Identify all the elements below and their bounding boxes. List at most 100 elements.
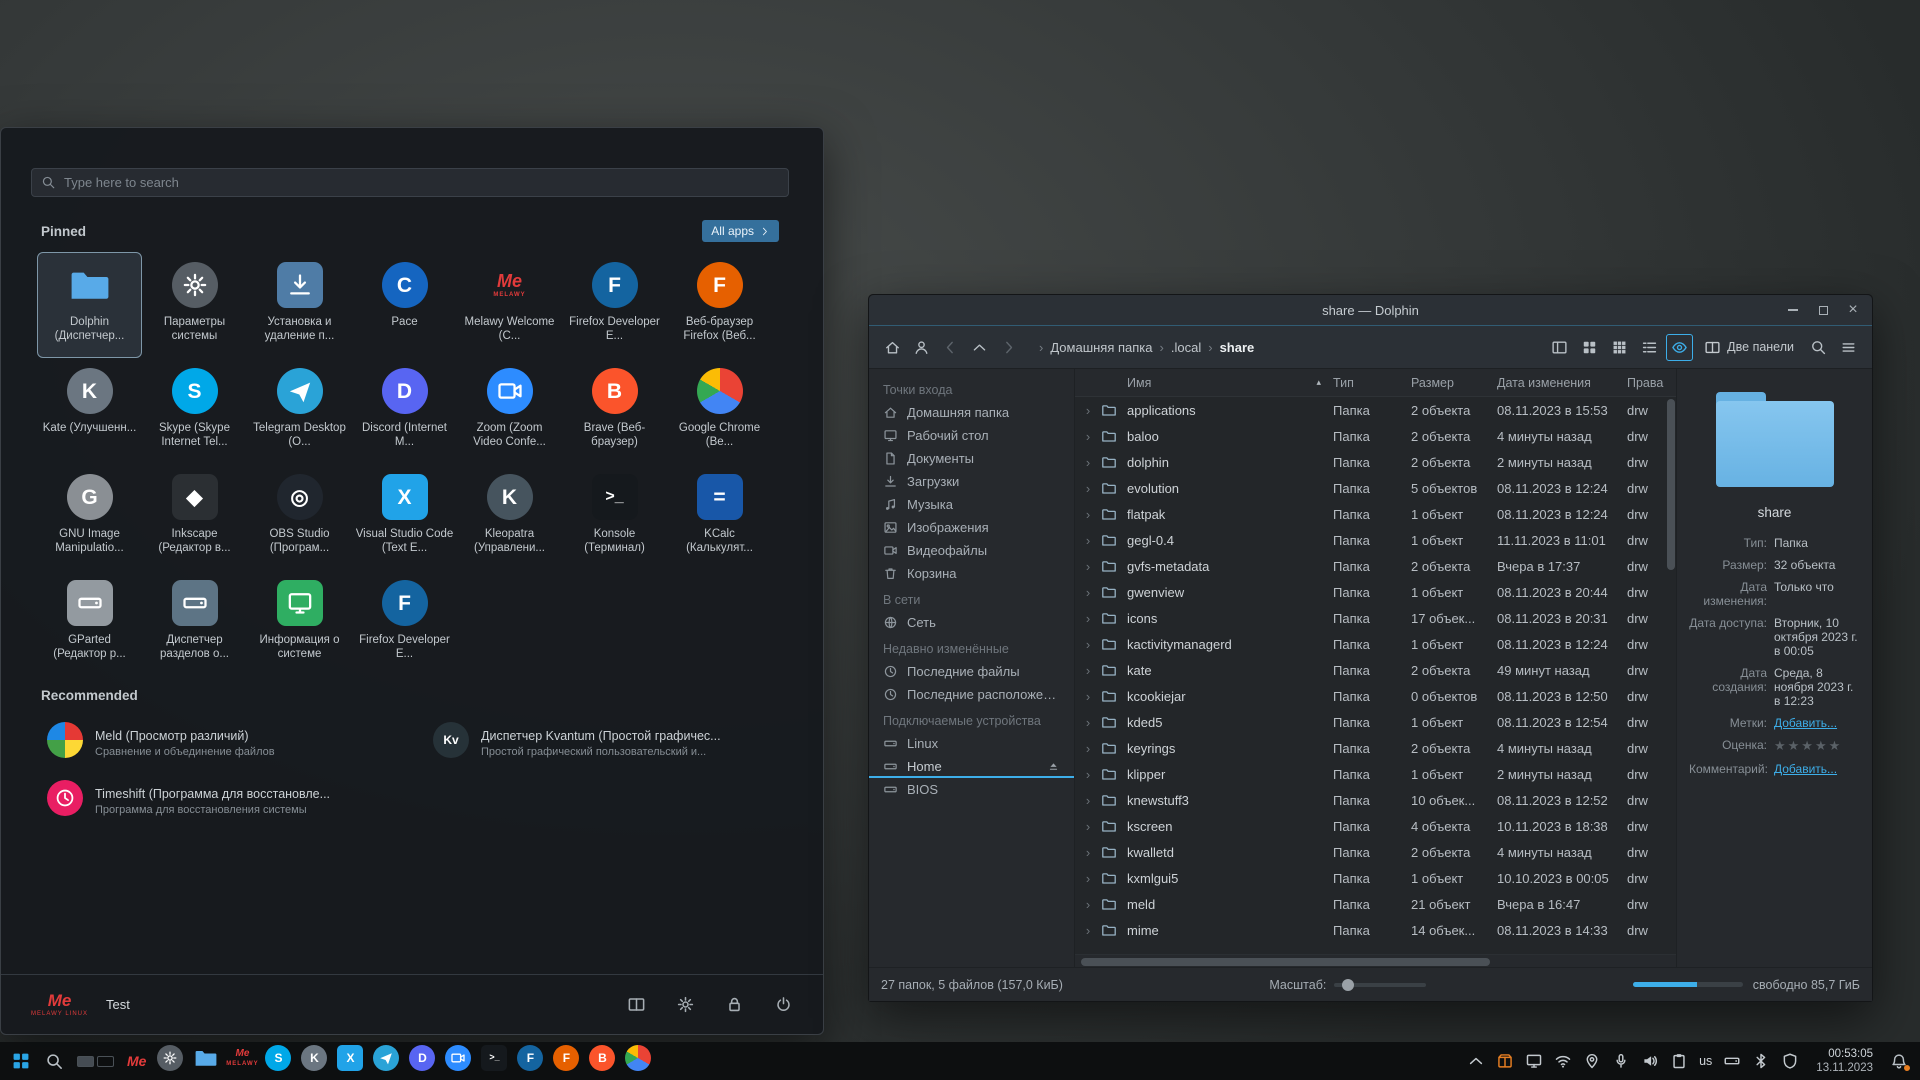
file-row[interactable]: ›kded5Папка1 объект08.11.2023 в 12:54drw <box>1075 709 1676 735</box>
file-row[interactable]: ›iconsПапка17 объек...08.11.2023 в 20:31… <box>1075 605 1676 631</box>
software-updates-tray-icon[interactable] <box>1496 1052 1514 1070</box>
lock-icon[interactable] <box>725 995 744 1014</box>
windows-icon[interactable] <box>627 995 646 1014</box>
taskbar-app-discord[interactable]: D <box>408 1047 436 1075</box>
details-view-button[interactable] <box>1636 334 1663 361</box>
window-titlebar[interactable]: share — Dolphin × <box>869 295 1872 325</box>
expand-chevron-icon[interactable]: › <box>1075 845 1101 860</box>
expand-chevron-icon[interactable]: › <box>1075 871 1101 886</box>
melawy-menu-button[interactable]: Me <box>127 1053 146 1069</box>
add-comment-link[interactable]: Добавить... <box>1774 762 1860 776</box>
pinned-app[interactable]: Zoom (Zoom Video Confe... <box>457 358 562 464</box>
recommended-app[interactable]: Timeshift (Программа для восстановле...П… <box>37 772 407 830</box>
tray-expander-tray-icon[interactable] <box>1467 1052 1485 1070</box>
expand-chevron-icon[interactable]: › <box>1075 559 1101 574</box>
column-header-name[interactable]: Имя▴ <box>1127 376 1333 390</box>
display-tray-icon[interactable] <box>1525 1052 1543 1070</box>
file-row[interactable]: ›keyringsПапка2 объекта4 минуты назадdrw <box>1075 735 1676 761</box>
pinned-app[interactable]: Параметры системы <box>142 252 247 358</box>
pinned-app[interactable]: KKleopatra (Управлени... <box>457 464 562 570</box>
file-row[interactable]: ›applicationsПапка2 объекта08.11.2023 в … <box>1075 397 1676 423</box>
app-launcher-button[interactable] <box>8 1048 34 1074</box>
column-header-type[interactable]: Тип <box>1333 376 1411 390</box>
place-item[interactable]: Home <box>869 755 1074 778</box>
column-header-size[interactable]: Размер <box>1411 376 1497 390</box>
bluetooth-tray-icon[interactable] <box>1752 1052 1770 1070</box>
expand-chevron-icon[interactable]: › <box>1075 923 1101 938</box>
column-header-perms[interactable]: Права <box>1627 376 1676 390</box>
file-row[interactable]: ›balooПапка2 объекта4 минуты назадdrw <box>1075 423 1676 449</box>
expand-chevron-icon[interactable]: › <box>1075 507 1101 522</box>
removable-devices-tray-icon[interactable] <box>1723 1052 1741 1070</box>
virtual-desktop-pager[interactable] <box>77 1056 114 1067</box>
notifications-button[interactable] <box>1886 1048 1912 1074</box>
pinned-app[interactable]: FFirefox Developer E... <box>562 252 667 358</box>
pinned-app[interactable]: FFirefox Developer E... <box>352 570 457 676</box>
pinned-app[interactable]: CPace <box>352 252 457 358</box>
place-item[interactable]: Linux <box>869 732 1074 755</box>
taskbar-app-kate[interactable]: K <box>300 1047 328 1075</box>
column-header-date[interactable]: Дата изменения <box>1497 376 1627 390</box>
pinned-app[interactable]: DDiscord (Internet M... <box>352 358 457 464</box>
place-item[interactable]: Документы <box>869 447 1074 470</box>
eject-icon[interactable] <box>1047 760 1060 773</box>
breadcrumb-item[interactable]: .local <box>1171 340 1201 355</box>
places-button[interactable] <box>908 334 935 361</box>
expand-chevron-icon[interactable]: › <box>1075 715 1101 730</box>
pinned-app[interactable]: XVisual Studio Code (Text E... <box>352 464 457 570</box>
pinned-app[interactable]: FВеб-браузер Firefox (Веб... <box>667 252 772 358</box>
pinned-app[interactable]: KKate (Улучшенн... <box>37 358 142 464</box>
minimize-button[interactable] <box>1786 303 1800 317</box>
expand-chevron-icon[interactable]: › <box>1075 689 1101 704</box>
pinned-app[interactable]: ◆Inkscape (Редактор в... <box>142 464 247 570</box>
find-button[interactable] <box>1805 334 1832 361</box>
place-item[interactable]: Последние файлы <box>869 660 1074 683</box>
pinned-app[interactable]: Установка и удаление п... <box>247 252 352 358</box>
file-row[interactable]: ›dolphinПапка2 объекта2 минуты назадdrw <box>1075 449 1676 475</box>
expand-chevron-icon[interactable]: › <box>1075 403 1101 418</box>
expand-chevron-icon[interactable]: › <box>1075 793 1101 808</box>
expand-chevron-icon[interactable]: › <box>1075 429 1101 444</box>
file-row[interactable]: ›meldПапка21 объектВчера в 16:47drw <box>1075 891 1676 917</box>
place-item[interactable]: Домашняя папка <box>869 401 1074 424</box>
compact-view-button[interactable] <box>1606 334 1633 361</box>
taskbar-app-dolphin[interactable] <box>192 1047 220 1075</box>
taskbar-app-system-settings[interactable] <box>156 1047 184 1075</box>
taskbar-app-zoom[interactable] <box>444 1047 472 1075</box>
taskbar-app-skype[interactable]: S <box>264 1047 292 1075</box>
expand-chevron-icon[interactable]: › <box>1075 533 1101 548</box>
gear-icon[interactable] <box>676 995 695 1014</box>
place-item[interactable]: Рабочий стол <box>869 424 1074 447</box>
panel-toggle-button[interactable] <box>1546 334 1573 361</box>
pinned-app[interactable]: GParted (Редактор р... <box>37 570 142 676</box>
file-row[interactable]: ›kcookiejarПапка0 объектов08.11.2023 в 1… <box>1075 683 1676 709</box>
pinned-app[interactable]: ◎OBS Studio (Програм... <box>247 464 352 570</box>
all-apps-button[interactable]: All apps <box>702 220 779 242</box>
file-row[interactable]: ›evolutionПапка5 объектов08.11.2023 в 12… <box>1075 475 1676 501</box>
place-item[interactable]: Музыка <box>869 493 1074 516</box>
horizontal-scrollbar[interactable] <box>1075 954 1676 967</box>
place-item[interactable]: Корзина <box>869 562 1074 585</box>
place-item[interactable]: BIOS <box>869 778 1074 801</box>
user-name[interactable]: Test <box>106 997 130 1012</box>
home-button[interactable] <box>879 334 906 361</box>
expand-chevron-icon[interactable]: › <box>1075 637 1101 652</box>
microphone-tray-icon[interactable] <box>1612 1052 1630 1070</box>
expand-chevron-icon[interactable]: › <box>1075 663 1101 678</box>
taskbar-app-melawy-welcome[interactable]: MeMELAWY <box>228 1047 256 1075</box>
pinned-app[interactable]: GGNU Image Manipulatio... <box>37 464 142 570</box>
menu-button[interactable] <box>1835 334 1862 361</box>
expand-chevron-icon[interactable]: › <box>1075 741 1101 756</box>
breadcrumb-item[interactable]: Домашняя папка <box>1050 340 1152 355</box>
file-row[interactable]: ›kwalletdПапка2 объекта4 минуты назадdrw <box>1075 839 1676 865</box>
zoom-slider-knob[interactable] <box>1342 979 1354 991</box>
pinned-app[interactable]: Dolphin (Диспетчер... <box>37 252 142 358</box>
file-row[interactable]: ›kactivitymanagerdПапка1 объект08.11.202… <box>1075 631 1676 657</box>
search-input[interactable] <box>64 175 779 190</box>
file-row[interactable]: ›knewstuff3Папка10 объек...08.11.2023 в … <box>1075 787 1676 813</box>
forward-button[interactable] <box>995 334 1022 361</box>
network-tray-icon[interactable] <box>1554 1052 1572 1070</box>
add-tags-link[interactable]: Добавить... <box>1774 716 1860 730</box>
pinned-app[interactable]: >_Konsole (Терминал) <box>562 464 667 570</box>
split-view-button[interactable]: Две панели <box>1696 334 1802 361</box>
